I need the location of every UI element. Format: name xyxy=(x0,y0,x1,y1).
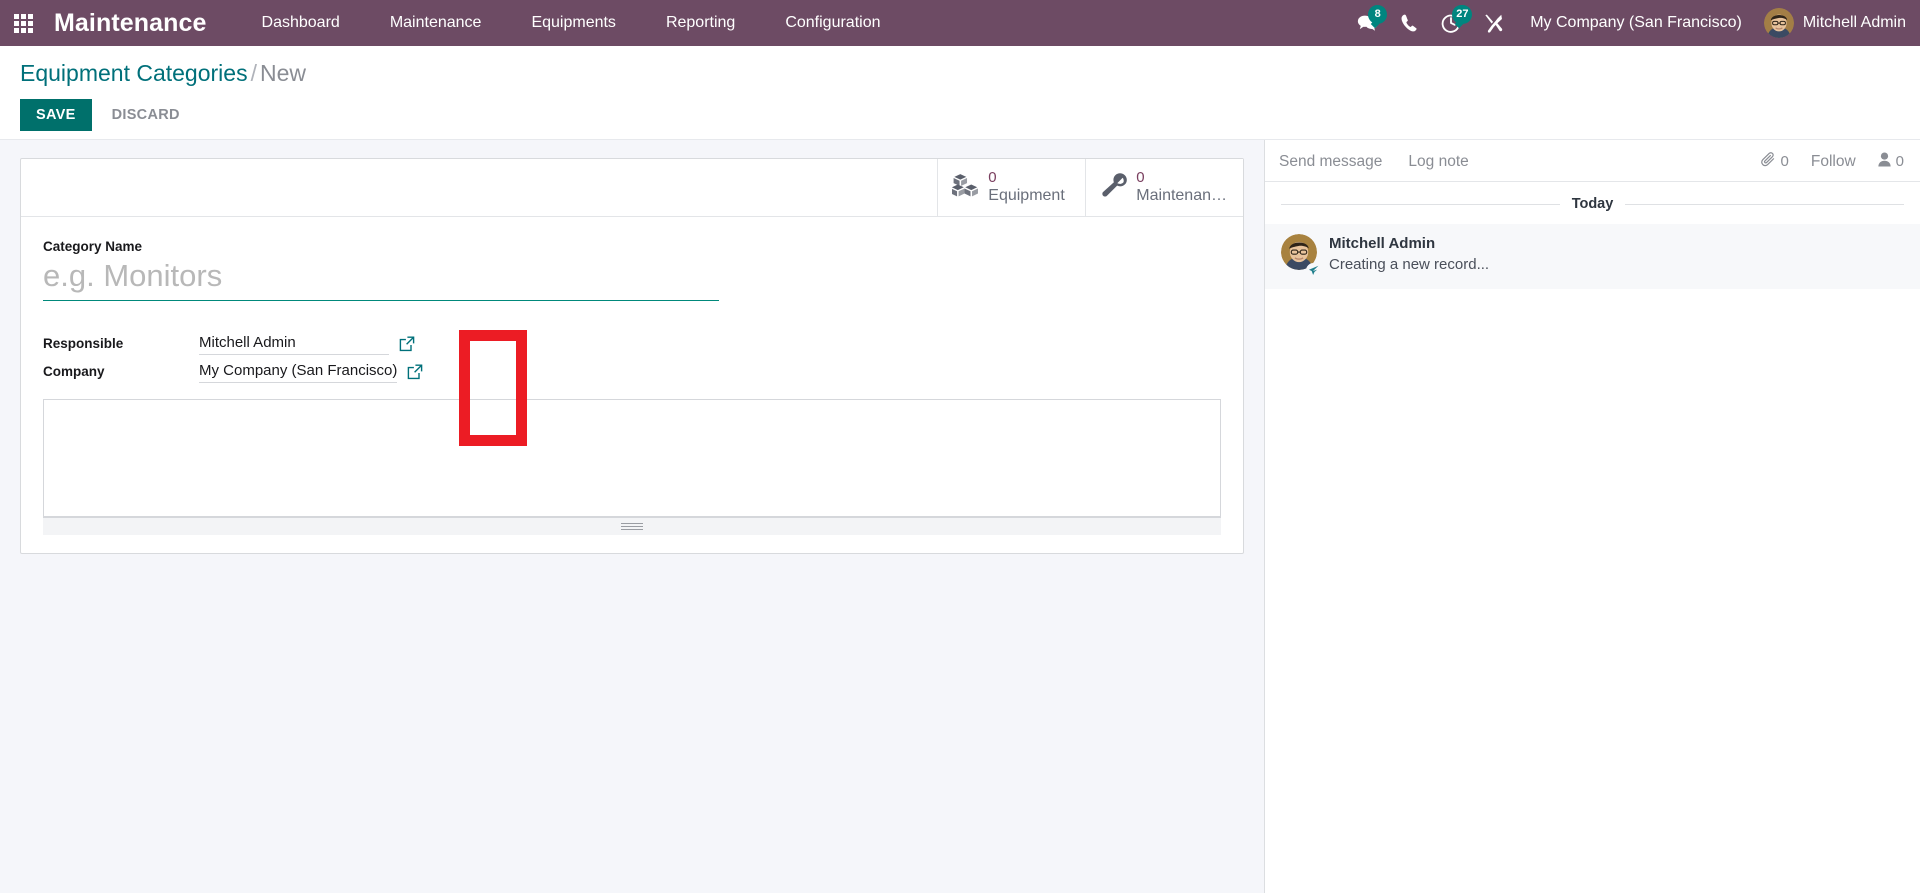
user-menu[interactable]: Mitchell Admin xyxy=(1758,8,1906,38)
resize-grip-icon[interactable] xyxy=(43,516,1221,535)
message-thread: Today Mitchell Admin Creating a new reco… xyxy=(1265,182,1920,290)
menu-item-maintenance[interactable]: Maintenance xyxy=(365,0,507,46)
attachments-button[interactable]: 0 xyxy=(1760,152,1789,171)
pin-icon xyxy=(1306,263,1321,279)
message-author: Mitchell Admin xyxy=(1329,235,1436,252)
stat-label-maintenance: Maintenan… xyxy=(1136,187,1227,205)
responsible-label: Responsible xyxy=(43,335,124,351)
chatter-panel: Send message Log note 0 Follow 0 Today M… xyxy=(1264,140,1920,893)
message-item: Mitchell Admin Creating a new record... xyxy=(1265,224,1920,290)
app-body: 0 Equipment 0 Maintenan… Category Name e… xyxy=(0,140,1920,893)
activities-count-badge: 27 xyxy=(1452,5,1473,24)
followers-count: 0 xyxy=(1895,153,1904,170)
company-selector[interactable]: My Company (San Francisco) xyxy=(1514,14,1758,32)
stat-value-maintenance: 0 xyxy=(1136,169,1145,186)
menu-item-reporting[interactable]: Reporting xyxy=(641,0,760,46)
date-separator: Today xyxy=(1265,196,1920,212)
menu-item-configuration[interactable]: Configuration xyxy=(760,0,905,46)
paperclip-icon xyxy=(1760,152,1776,171)
field-group: Responsible Mitchell Admin Company My Co… xyxy=(43,327,563,383)
category-name-input[interactable] xyxy=(43,255,719,301)
menu-item-dashboard[interactable]: Dashboard xyxy=(237,0,365,46)
external-link-icon-company[interactable] xyxy=(407,364,423,383)
chat-bubble-icon[interactable]: 8 xyxy=(1346,0,1388,46)
chatter-toolbar: Send message Log note 0 Follow 0 xyxy=(1265,140,1920,182)
save-button[interactable]: SAVE xyxy=(20,99,92,131)
control-panel-buttons: SAVE DISCARD xyxy=(20,99,1900,131)
boxes-icon xyxy=(951,173,979,202)
person-icon xyxy=(1878,152,1891,171)
discard-button[interactable]: DISCARD xyxy=(98,99,194,131)
phone-icon[interactable] xyxy=(1388,0,1430,46)
breadcrumb-separator: / xyxy=(250,60,257,86)
company-value[interactable]: My Company (San Francisco) xyxy=(199,362,398,383)
stat-button-equipment[interactable]: 0 Equipment xyxy=(937,159,1086,216)
apps-grid-icon[interactable] xyxy=(0,0,46,46)
messages-count-badge: 8 xyxy=(1368,5,1388,24)
external-link-icon-responsible[interactable] xyxy=(399,336,415,355)
send-message-button[interactable]: Send message xyxy=(1279,153,1382,171)
navbar-right-systray: 8 27 My Company (San Francisco) Mitchell… xyxy=(1346,0,1920,46)
breadcrumb-item-equipment-categories[interactable]: Equipment Categories xyxy=(20,60,248,86)
follow-button[interactable]: Follow xyxy=(1811,153,1856,171)
wrench-screwdriver-icon[interactable] xyxy=(1472,0,1514,46)
notes-textarea[interactable] xyxy=(43,398,1221,517)
top-navbar: Maintenance Dashboard Maintenance Equipm… xyxy=(0,0,1920,46)
message-body: Creating a new record... xyxy=(1329,256,1490,274)
company-label: Company xyxy=(43,363,105,379)
form-pane: 0 Equipment 0 Maintenan… Category Name e… xyxy=(0,140,1264,893)
log-note-button[interactable]: Log note xyxy=(1408,153,1468,171)
avatar xyxy=(1763,8,1794,38)
field-row-responsible: Responsible Mitchell Admin xyxy=(43,327,563,355)
date-separator-label: Today xyxy=(1571,196,1614,212)
stat-button-maintenance[interactable]: 0 Maintenan… xyxy=(1085,159,1243,216)
field-row-company: Company My Company (San Francisco) xyxy=(43,355,563,383)
stat-value-equipment: 0 xyxy=(988,169,997,186)
user-name-label: Mitchell Admin xyxy=(1802,14,1906,31)
menu-item-equipments[interactable]: Equipments xyxy=(506,0,641,46)
category-name-label: Category Name xyxy=(43,238,143,254)
followers-button[interactable]: 0 xyxy=(1878,152,1904,171)
breadcrumb: Equipment Categories / New xyxy=(20,60,1900,87)
main-menu: Dashboard Maintenance Equipments Reporti… xyxy=(237,0,906,46)
form-sheet: 0 Equipment 0 Maintenan… Category Name e… xyxy=(20,158,1244,554)
wrench-icon xyxy=(1100,173,1128,202)
breadcrumb-item-new: New xyxy=(259,60,306,86)
app-brand-title[interactable]: Maintenance xyxy=(54,9,207,38)
form-body: Category Name Responsible Mitchell Admin xyxy=(21,217,1243,553)
responsible-value[interactable]: Mitchell Admin xyxy=(199,334,389,355)
stat-button-box: 0 Equipment 0 Maintenan… xyxy=(21,159,1243,217)
clock-activity-icon[interactable]: 27 xyxy=(1430,0,1473,46)
attachment-count: 0 xyxy=(1780,153,1789,170)
control-panel: Equipment Categories / New SAVE DISCARD xyxy=(0,46,1920,140)
stat-label-equipment: Equipment xyxy=(988,187,1065,205)
